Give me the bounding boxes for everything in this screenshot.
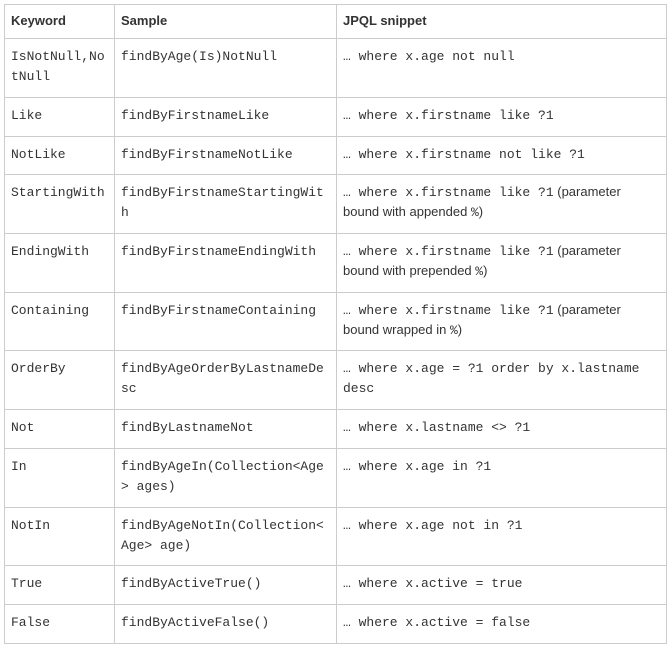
header-keyword: Keyword (5, 5, 115, 39)
jpql-code: … where x.age in ?1 (343, 459, 491, 474)
keyword-code: IsNotNull,NotNull (11, 49, 105, 84)
cell-jpql: … where x.firstname like ?1 (parameter b… (337, 234, 667, 293)
cell-jpql: … where x.lastname <> ?1 (337, 410, 667, 449)
keyword-code: Not (11, 420, 34, 435)
sample-code: findByAgeIn(Collection<Age> ages) (121, 459, 324, 494)
jpql-code: … where x.firstname like ?1 (343, 185, 554, 200)
sample-code: findByAge(Is)NotNull (121, 49, 277, 64)
sample-code: findByAgeNotIn(Collection<Age> age) (121, 518, 324, 553)
table-row: IsNotNull,NotNull findByAge(Is)NotNull … w… (5, 39, 667, 98)
cell-sample: findByFirstnameEndingWith (115, 234, 337, 293)
jpql-code: … where x.age not null (343, 49, 515, 64)
jpql-code: … where x.firstname not like ?1 (343, 147, 585, 162)
sample-code: findByFirstnameContaining (121, 303, 316, 318)
jpql-code: … where x.active = true (343, 576, 522, 591)
cell-keyword: False (5, 605, 115, 644)
keyword-code: False (11, 615, 50, 630)
cell-jpql: … where x.age = ?1 order by x.lastname d… (337, 351, 667, 410)
jpql-keyword-table: Keyword Sample JPQL snippet IsNotNull,No… (4, 4, 667, 644)
cell-sample: findByFirstnameLike (115, 97, 337, 136)
sample-code: findByLastnameNot (121, 420, 254, 435)
jpql-code: … where x.age not in ?1 (343, 518, 522, 533)
cell-jpql: … where x.firstname like ?1 (337, 97, 667, 136)
sample-code: findByAgeOrderByLastnameDesc (121, 361, 324, 396)
cell-sample: findByFirstnameContaining (115, 292, 337, 351)
jpql-code: … where x.firstname like ?1 (343, 244, 554, 259)
table-row: False findByActiveFalse() … where x.active… (5, 605, 667, 644)
cell-jpql: … where x.age not in ?1 (337, 507, 667, 566)
header-sample: Sample (115, 5, 337, 39)
table-row: EndingWith findByFirstnameEndingWith … whe… (5, 234, 667, 293)
cell-jpql: … where x.active = true (337, 566, 667, 605)
sample-code: findByActiveFalse() (121, 615, 269, 630)
cell-keyword: OrderBy (5, 351, 115, 410)
keyword-code: In (11, 459, 27, 474)
jpql-code: … where x.lastname <> ?1 (343, 420, 530, 435)
cell-jpql: … where x.firstname like ?1 (parameter b… (337, 292, 667, 351)
keyword-code: True (11, 576, 42, 591)
jpql-code: … where x.firstname like ?1 (343, 303, 554, 318)
jpql-code: … where x.active = false (343, 615, 530, 630)
keyword-code: Containing (11, 303, 89, 318)
jpql-tail-code: % (450, 323, 458, 338)
table-row: NotIn findByAgeNotIn(Collection<Age> age)… (5, 507, 667, 566)
cell-keyword: IsNotNull,NotNull (5, 39, 115, 98)
cell-jpql: … where x.active = false (337, 605, 667, 644)
keyword-code: OrderBy (11, 361, 66, 376)
header-jpql: JPQL snippet (337, 5, 667, 39)
jpql-tail-text: ) (483, 263, 487, 278)
sample-code: findByFirstnameStartingWith (121, 185, 324, 220)
table-row: True findByActiveTrue() … where x.active =… (5, 566, 667, 605)
jpql-code: … where x.age = ?1 order by x.lastname d… (343, 361, 639, 396)
keyword-code: NotLike (11, 147, 66, 162)
table-row: Containing findByFirstnameContaining … whe… (5, 292, 667, 351)
table-row: In findByAgeIn(Collection<Age> ages) … whe… (5, 448, 667, 507)
keyword-code: NotIn (11, 518, 50, 533)
sample-code: findByActiveTrue() (121, 576, 261, 591)
cell-keyword: NotIn (5, 507, 115, 566)
sample-code: findByFirstnameNotLike (121, 147, 293, 162)
table-row: Like findByFirstnameLike … where x.firstna… (5, 97, 667, 136)
cell-sample: findByActiveFalse() (115, 605, 337, 644)
table-header-row: Keyword Sample JPQL snippet (5, 5, 667, 39)
cell-keyword: In (5, 448, 115, 507)
cell-keyword: True (5, 566, 115, 605)
sample-code: findByFirstnameLike (121, 108, 269, 123)
cell-keyword: StartingWith (5, 175, 115, 234)
cell-keyword: Like (5, 97, 115, 136)
keyword-code: EndingWith (11, 244, 89, 259)
cell-sample: findByAge(Is)NotNull (115, 39, 337, 98)
cell-sample: findByAgeNotIn(Collection<Age> age) (115, 507, 337, 566)
jpql-tail-code: % (475, 264, 483, 279)
keyword-code: StartingWith (11, 185, 105, 200)
cell-keyword: EndingWith (5, 234, 115, 293)
cell-sample: findByActiveTrue() (115, 566, 337, 605)
cell-sample: findByFirstnameNotLike (115, 136, 337, 175)
cell-sample: findByAgeIn(Collection<Age> ages) (115, 448, 337, 507)
cell-keyword: Not (5, 410, 115, 449)
table-row: Not findByLastnameNot … where x.lastname <… (5, 410, 667, 449)
jpql-tail-text: ) (479, 204, 483, 219)
table-row: OrderBy findByAgeOrderByLastnameDesc … whe… (5, 351, 667, 410)
jpql-tail-text: ) (458, 322, 462, 337)
table-row: StartingWith findByFirstnameStartingWith …… (5, 175, 667, 234)
cell-jpql: … where x.age not null (337, 39, 667, 98)
jpql-code: … where x.firstname like ?1 (343, 108, 554, 123)
cell-jpql: … where x.firstname not like ?1 (337, 136, 667, 175)
cell-jpql: … where x.age in ?1 (337, 448, 667, 507)
table-row: NotLike findByFirstnameNotLike … where x.f… (5, 136, 667, 175)
cell-keyword: Containing (5, 292, 115, 351)
cell-jpql: … where x.firstname like ?1 (parameter b… (337, 175, 667, 234)
cell-keyword: NotLike (5, 136, 115, 175)
sample-code: findByFirstnameEndingWith (121, 244, 316, 259)
cell-sample: findByAgeOrderByLastnameDesc (115, 351, 337, 410)
cell-sample: findByLastnameNot (115, 410, 337, 449)
keyword-code: Like (11, 108, 42, 123)
jpql-tail-code: % (471, 205, 479, 220)
cell-sample: findByFirstnameStartingWith (115, 175, 337, 234)
